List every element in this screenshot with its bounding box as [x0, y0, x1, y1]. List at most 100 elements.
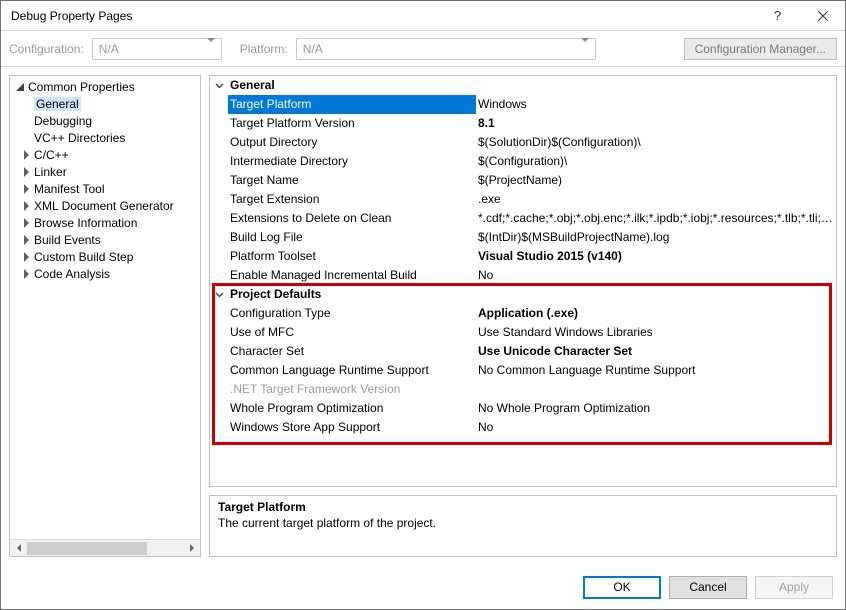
expand-icon — [20, 251, 32, 263]
tree-item[interactable]: C/C++ — [10, 146, 200, 163]
expand-icon — [20, 268, 32, 280]
property-name: Configuration Type — [228, 304, 476, 323]
property-name: Target Extension — [228, 190, 476, 209]
property-row[interactable]: Configuration TypeApplication (.exe) — [210, 304, 836, 323]
category-header[interactable]: Project Defaults — [210, 285, 836, 304]
property-row[interactable]: .NET Target Framework Version — [210, 380, 836, 399]
tree-item-label: Browse Information — [34, 216, 137, 230]
help-button[interactable]: ? — [755, 1, 800, 31]
property-value[interactable]: Use Unicode Character Set — [476, 342, 836, 361]
tree-item-label: Build Events — [34, 233, 101, 247]
property-grid-panel: GeneralTarget PlatformWindowsTarget Plat… — [209, 75, 837, 487]
property-row[interactable]: Target Extension.exe — [210, 190, 836, 209]
expand-icon — [20, 234, 32, 246]
property-row[interactable]: Extensions to Delete on Clean*.cdf;*.cac… — [210, 209, 836, 228]
tree-item-label: Linker — [34, 165, 67, 179]
property-name: Enable Managed Incremental Build — [228, 266, 476, 285]
chevron-down-icon — [577, 42, 593, 56]
configuration-value: N/A — [99, 42, 119, 56]
property-value[interactable]: $(ProjectName) — [476, 171, 836, 190]
property-value[interactable]: Visual Studio 2015 (v140) — [476, 247, 836, 266]
property-value[interactable]: $(IntDir)$(MSBuildProjectName).log — [476, 228, 836, 247]
tree-h-scrollbar[interactable] — [10, 539, 200, 556]
category-tree[interactable]: Common PropertiesGeneralDebuggingVC++ Di… — [10, 76, 200, 539]
expand-icon — [20, 149, 32, 161]
titlebar: Debug Property Pages ? — [1, 1, 845, 31]
property-name: .NET Target Framework Version — [228, 380, 476, 399]
description-title: Target Platform — [218, 500, 828, 514]
description-text: The current target platform of the proje… — [218, 516, 828, 530]
platform-combo[interactable]: N/A — [296, 38, 596, 60]
property-row[interactable]: Target Platform Version8.1 — [210, 114, 836, 133]
apply-button[interactable]: Apply — [755, 576, 833, 599]
tree-root[interactable]: Common Properties — [10, 78, 200, 95]
property-value[interactable]: $(Configuration)\ — [476, 152, 836, 171]
tree-item[interactable]: General — [10, 95, 200, 112]
property-row[interactable]: Enable Managed Incremental BuildNo — [210, 266, 836, 285]
property-row[interactable]: Use of MFCUse Standard Windows Libraries — [210, 323, 836, 342]
close-button[interactable] — [800, 1, 845, 31]
tree-item[interactable]: Manifest Tool — [10, 180, 200, 197]
tree-item[interactable]: XML Document Generator — [10, 197, 200, 214]
property-name: Use of MFC — [228, 323, 476, 342]
tree-item[interactable]: Build Events — [10, 231, 200, 248]
tree-item-label: Custom Build Step — [34, 250, 133, 264]
scroll-right-icon[interactable] — [183, 540, 200, 557]
tree-item-label: XML Document Generator — [34, 199, 174, 213]
expand-icon — [20, 217, 32, 229]
scroll-thumb[interactable] — [27, 542, 147, 555]
tree-item[interactable]: Debugging — [10, 112, 200, 129]
property-row[interactable]: Common Language Runtime SupportNo Common… — [210, 361, 836, 380]
tree-item[interactable]: Code Analysis — [10, 265, 200, 282]
chevron-down-icon — [203, 42, 219, 56]
property-row[interactable]: Output Directory$(SolutionDir)$(Configur… — [210, 133, 836, 152]
property-name: Extensions to Delete on Clean — [228, 209, 476, 228]
expand-icon — [20, 166, 32, 178]
configuration-bar: Configuration: N/A Platform: N/A Configu… — [1, 31, 845, 67]
property-value[interactable]: .exe — [476, 190, 836, 209]
property-value[interactable] — [476, 380, 836, 399]
description-panel: Target Platform The current target platf… — [209, 495, 837, 557]
property-row[interactable]: Target PlatformWindows — [210, 95, 836, 114]
tree-item[interactable]: Browse Information — [10, 214, 200, 231]
tree-item[interactable]: VC++ Directories — [10, 129, 200, 146]
scroll-track[interactable] — [27, 540, 183, 557]
property-name: Intermediate Directory — [228, 152, 476, 171]
property-value[interactable]: Use Standard Windows Libraries — [476, 323, 836, 342]
property-value[interactable]: No — [476, 418, 836, 437]
property-value[interactable]: $(SolutionDir)$(Configuration)\ — [476, 133, 836, 152]
property-name: Character Set — [228, 342, 476, 361]
property-value[interactable]: Application (.exe) — [476, 304, 836, 323]
tree-item-label: C/C++ — [34, 148, 69, 162]
property-value[interactable]: No Common Language Runtime Support — [476, 361, 836, 380]
property-name: Output Directory — [228, 133, 476, 152]
category-label: Project Defaults — [228, 285, 321, 304]
tree-item[interactable]: Linker — [10, 163, 200, 180]
property-row[interactable]: Target Name$(ProjectName) — [210, 171, 836, 190]
tree-item-label: Code Analysis — [34, 267, 110, 281]
property-row[interactable]: Intermediate Directory$(Configuration)\ — [210, 152, 836, 171]
property-row[interactable]: Build Log File$(IntDir)$(MSBuildProjectN… — [210, 228, 836, 247]
property-name: Common Language Runtime Support — [228, 361, 476, 380]
property-value[interactable]: No Whole Program Optimization — [476, 399, 836, 418]
property-value[interactable]: No — [476, 266, 836, 285]
scroll-left-icon[interactable] — [10, 540, 27, 557]
property-name: Target Name — [228, 171, 476, 190]
property-pages-dialog: Debug Property Pages ? Configuration: N/… — [0, 0, 846, 610]
property-row[interactable]: Whole Program OptimizationNo Whole Progr… — [210, 399, 836, 418]
tree-item[interactable]: Custom Build Step — [10, 248, 200, 265]
property-grid[interactable]: GeneralTarget PlatformWindowsTarget Plat… — [210, 76, 836, 437]
property-value[interactable]: Windows — [476, 95, 836, 114]
configuration-manager-button[interactable]: Configuration Manager... — [684, 38, 837, 60]
property-row[interactable]: Character SetUse Unicode Character Set — [210, 342, 836, 361]
property-name: Whole Program Optimization — [228, 399, 476, 418]
cancel-button[interactable]: Cancel — [669, 576, 747, 599]
category-header[interactable]: General — [210, 76, 836, 95]
property-row[interactable]: Platform ToolsetVisual Studio 2015 (v140… — [210, 247, 836, 266]
property-name: Windows Store App Support — [228, 418, 476, 437]
ok-button[interactable]: OK — [583, 576, 661, 599]
configuration-combo[interactable]: N/A — [92, 38, 222, 60]
property-value[interactable]: 8.1 — [476, 114, 836, 133]
property-row[interactable]: Windows Store App SupportNo — [210, 418, 836, 437]
property-value[interactable]: *.cdf;*.cache;*.obj;*.obj.enc;*.ilk;*.ip… — [476, 209, 836, 228]
